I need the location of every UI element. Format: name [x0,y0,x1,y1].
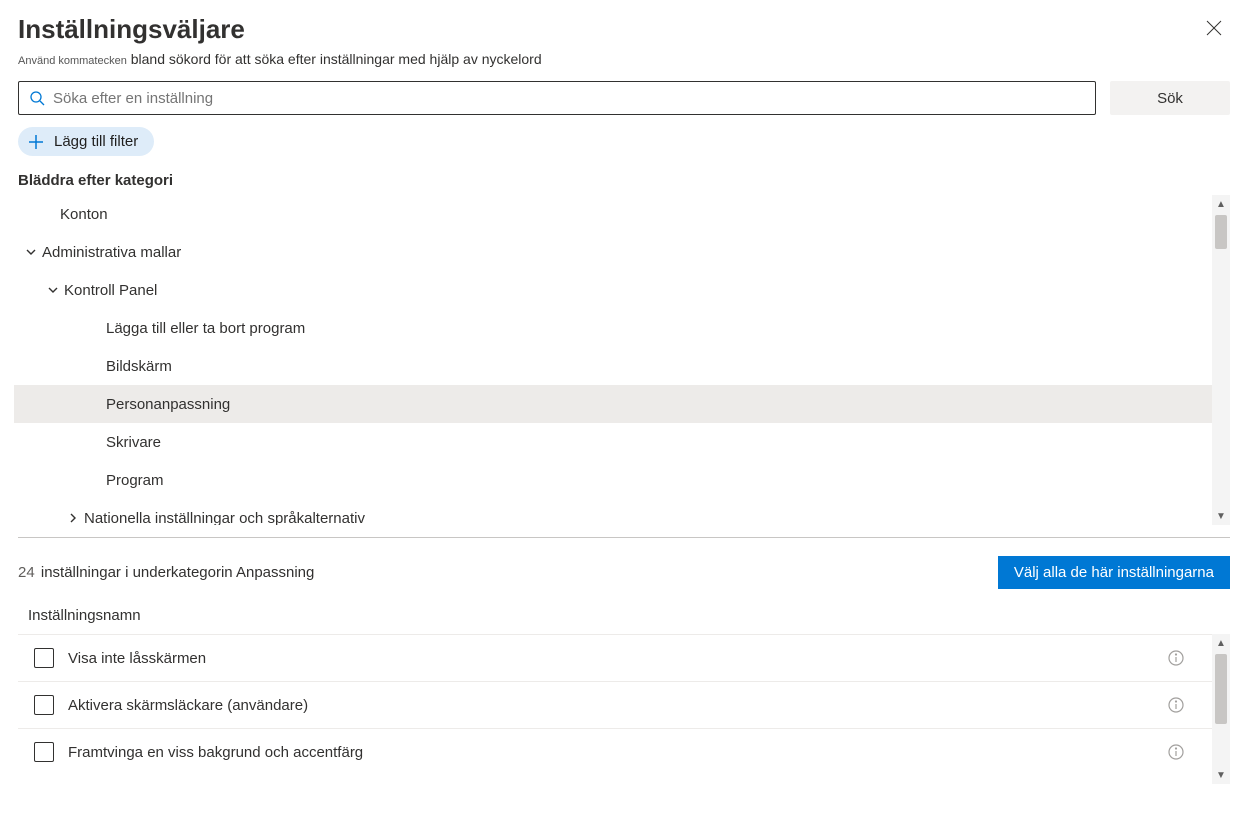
tree-item-label: Konton [60,206,108,223]
scroll-up-icon[interactable]: ▲ [1212,195,1230,213]
divider [18,537,1230,538]
page-title: Inställningsväljare [18,14,1230,45]
chevron-right-icon[interactable] [62,512,84,524]
setting-label: Aktivera skärmsläckare (användare) [68,697,308,714]
settings-scrollbar[interactable]: ▲ ▼ [1212,634,1230,784]
setting-label: Framtvinga en viss bakgrund och accentfä… [68,744,363,761]
search-button[interactable]: Sök [1110,81,1230,115]
page-subtitle: Använd kommatecken bland sökord för att … [18,51,1230,67]
info-icon[interactable] [1168,697,1184,713]
tree-item-label: Administrativa mallar [42,244,181,261]
tree-item-label: Lägga till eller ta bort program [106,320,305,337]
tree-item[interactable]: Personanpassning [14,385,1230,423]
tree-item-label: Program [106,472,164,489]
settings-list-wrap: Visa inte låsskärmen Aktivera skärmsläcka… [18,634,1230,784]
tree-item-label: Kontroll Panel [64,282,157,299]
scroll-up-icon[interactable]: ▲ [1212,634,1230,652]
setting-label: Visa inte låsskärmen [68,650,206,667]
checkbox[interactable] [34,695,54,715]
tree-item[interactable]: Bildskärm [14,347,1230,385]
column-header-setting-name[interactable]: Inställningsnamn [18,607,1230,634]
scroll-down-icon[interactable]: ▼ [1212,766,1230,784]
tree-item-label: Personanpassning [106,396,230,413]
search-row: Sök [18,81,1230,115]
close-button[interactable] [1202,16,1226,40]
close-icon [1206,20,1222,36]
browse-heading: Bläddra efter kategori [18,172,1230,189]
category-tree-wrap: Konton Administrativa mallar Kontroll Pane… [18,195,1230,525]
search-icon [29,90,45,106]
setting-row[interactable]: Aktivera skärmsläckare (användare) [18,681,1230,728]
plus-icon [28,134,44,150]
add-filter-label: Lägg till filter [54,133,138,150]
scroll-thumb[interactable] [1215,654,1227,724]
add-filter-button[interactable]: Lägg till filter [18,127,154,156]
tree-item[interactable]: Lägga till eller ta bort program [14,309,1230,347]
select-all-button[interactable]: Välj alla de här inställningarna [998,556,1230,589]
settings-picker-panel: Inställningsväljare Använd kommatecken b… [0,0,1248,826]
tree-item[interactable]: Konton [14,195,1230,233]
tree-item[interactable]: Kontroll Panel [14,271,1230,309]
tree-item-label: Bildskärm [106,358,172,375]
info-icon[interactable] [1168,744,1184,760]
tree-item-label: Skrivare [106,434,161,451]
search-box[interactable] [18,81,1096,115]
chevron-down-icon[interactable] [42,284,64,296]
settings-list: Visa inte låsskärmen Aktivera skärmsläcka… [18,634,1230,784]
setting-row[interactable]: Visa inte låsskärmen [18,634,1230,681]
info-icon[interactable] [1168,650,1184,666]
chevron-down-icon[interactable] [20,246,42,258]
tree-item[interactable]: Program [14,461,1230,499]
scroll-down-icon[interactable]: ▼ [1212,507,1230,525]
tree-scrollbar[interactable]: ▲ ▼ [1212,195,1230,525]
category-tree: Konton Administrativa mallar Kontroll Pane… [14,195,1230,525]
tree-item[interactable]: Nationella inställningar och språkaltern… [14,499,1230,525]
count-row: 24 inställningar i underkategorin Anpass… [18,556,1230,589]
count-text: 24 inställningar i underkategorin Anpass… [18,564,314,581]
search-input[interactable] [53,90,1085,107]
scroll-thumb[interactable] [1215,215,1227,249]
checkbox[interactable] [34,648,54,668]
tree-item[interactable]: Skrivare [14,423,1230,461]
tree-item[interactable]: Administrativa mallar [14,233,1230,271]
setting-row[interactable]: Framtvinga en viss bakgrund och accentfä… [18,728,1230,775]
checkbox[interactable] [34,742,54,762]
tree-item-label: Nationella inställningar och språkaltern… [84,510,365,526]
